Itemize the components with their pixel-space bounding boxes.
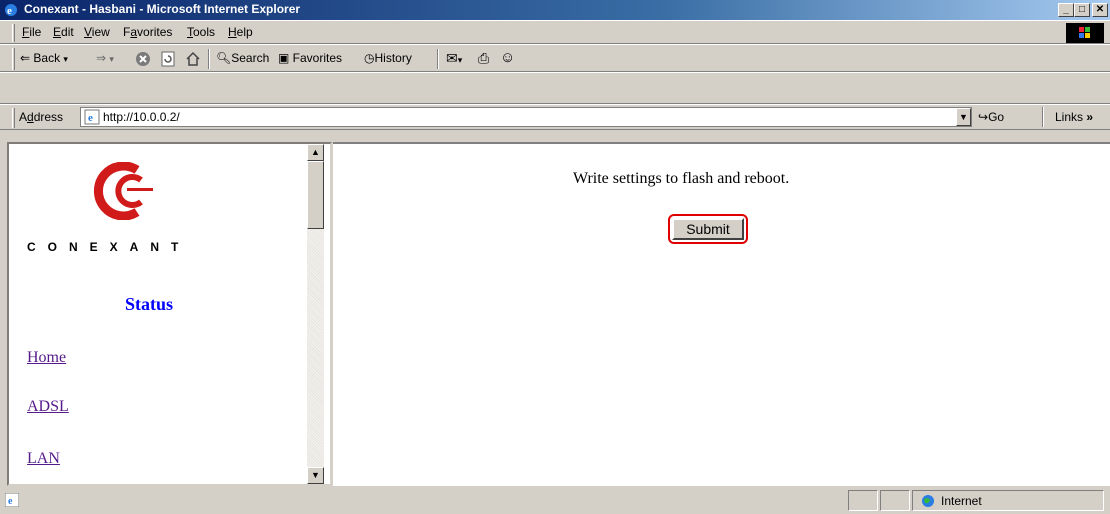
refresh-icon[interactable]	[160, 51, 176, 67]
go-arrow-icon: ↪	[978, 110, 989, 124]
maximize-button[interactable]: □	[1074, 3, 1090, 17]
svg-text:e: e	[7, 5, 12, 17]
toolbar-spacer	[0, 72, 1110, 104]
go-button[interactable]: ↪Go	[978, 110, 1004, 124]
status-panel	[880, 490, 910, 511]
toolbar-grip[interactable]	[12, 48, 15, 70]
favorites-button[interactable]: ▣ Favorites	[278, 51, 342, 65]
flash-reboot-message: Write settings to flash and reboot.	[573, 170, 790, 187]
menu-edit[interactable]: Edit	[53, 25, 74, 39]
ie-icon: e	[5, 4, 17, 17]
history-button[interactable]: ◷History	[364, 51, 412, 65]
history-icon: ◷	[364, 51, 375, 65]
status-heading: Status	[125, 294, 174, 314]
nav-link-lan[interactable]: LAN	[27, 450, 60, 468]
toolbar-separator	[437, 49, 439, 69]
mail-icon[interactable]: ✉▾	[446, 50, 462, 67]
submit-highlight: Submit	[668, 214, 748, 244]
search-icon: 🔍︎	[216, 51, 232, 65]
stop-icon[interactable]	[135, 51, 151, 67]
scroll-thumb[interactable]	[307, 161, 324, 229]
toolbar-grip[interactable]	[12, 108, 15, 128]
search-button[interactable]: 🔍︎Search	[216, 51, 269, 65]
scroll-up-button[interactable]: ▲	[307, 144, 324, 161]
favorites-folder-icon: ▣	[278, 51, 293, 65]
nav-link-home[interactable]: Home	[27, 349, 66, 367]
title-bar: e Conexant - Hasbani - Microsoft Interne…	[0, 0, 1110, 20]
conexant-logo-icon	[93, 162, 153, 220]
address-dropdown-button[interactable]: ▼	[956, 108, 971, 126]
menu-tools[interactable]: Tools	[187, 25, 215, 39]
toolbar-grip[interactable]	[12, 24, 15, 42]
submit-button[interactable]: Submit	[672, 218, 744, 240]
back-button[interactable]: ⇐ Back ▾	[20, 51, 68, 65]
messenger-icon[interactable]: ☺	[500, 49, 515, 66]
toolbar-separator	[208, 49, 210, 69]
nav-link-adsl[interactable]: ADSL	[27, 398, 69, 416]
content-frame: Write settings to flash and reboot. Subm…	[333, 142, 1110, 486]
chevron-right-icon: »	[1083, 110, 1094, 124]
standard-toolbar: ⇐ Back ▾ ⇒ ▾ 🔍︎Search ▣ Favorites ◷Histo…	[0, 44, 1110, 72]
menu-file[interactable]: File	[22, 25, 41, 39]
brand-wordmark: CONEXANT	[27, 240, 191, 254]
scroll-down-button[interactable]: ▼	[307, 467, 324, 484]
forward-button[interactable]: ⇒ ▾	[96, 51, 114, 65]
chevron-down-icon: ▾	[63, 54, 68, 64]
status-bar: e Internet	[0, 487, 1110, 514]
menu-view[interactable]: View	[84, 25, 110, 39]
address-label: Address	[19, 110, 64, 124]
globe-icon	[922, 495, 934, 507]
address-input[interactable]: e http://10.0.0.2/	[80, 107, 972, 127]
page-icon: e	[84, 109, 100, 125]
close-button[interactable]: ✕	[1092, 3, 1108, 17]
status-panel	[848, 490, 878, 511]
windows-flag-icon	[1079, 27, 1090, 38]
status-text-panel	[0, 490, 848, 511]
back-arrow-icon: ⇐	[20, 51, 34, 65]
print-icon[interactable]: ⎙	[478, 50, 489, 67]
vertical-scrollbar[interactable]: ▲ ▼	[307, 144, 324, 484]
links-button[interactable]: Links »	[1055, 110, 1093, 124]
menu-bar: File Edit View Favorites Tools Help	[0, 20, 1110, 44]
minimize-button[interactable]: _	[1058, 3, 1074, 17]
zone-panel: Internet	[912, 490, 1104, 511]
menu-help[interactable]: Help	[228, 25, 253, 39]
home-icon[interactable]	[185, 51, 201, 67]
toolbar-separator	[1042, 107, 1044, 127]
svg-text:e: e	[88, 112, 93, 124]
window-title: Conexant - Hasbani - Microsoft Internet …	[24, 2, 301, 16]
menu-favorites[interactable]: Favorites	[123, 25, 172, 39]
navigation-frame: CONEXANT Status Home ADSL LAN ▲ ▼	[7, 142, 332, 486]
windows-logo-throbber	[1066, 23, 1104, 43]
